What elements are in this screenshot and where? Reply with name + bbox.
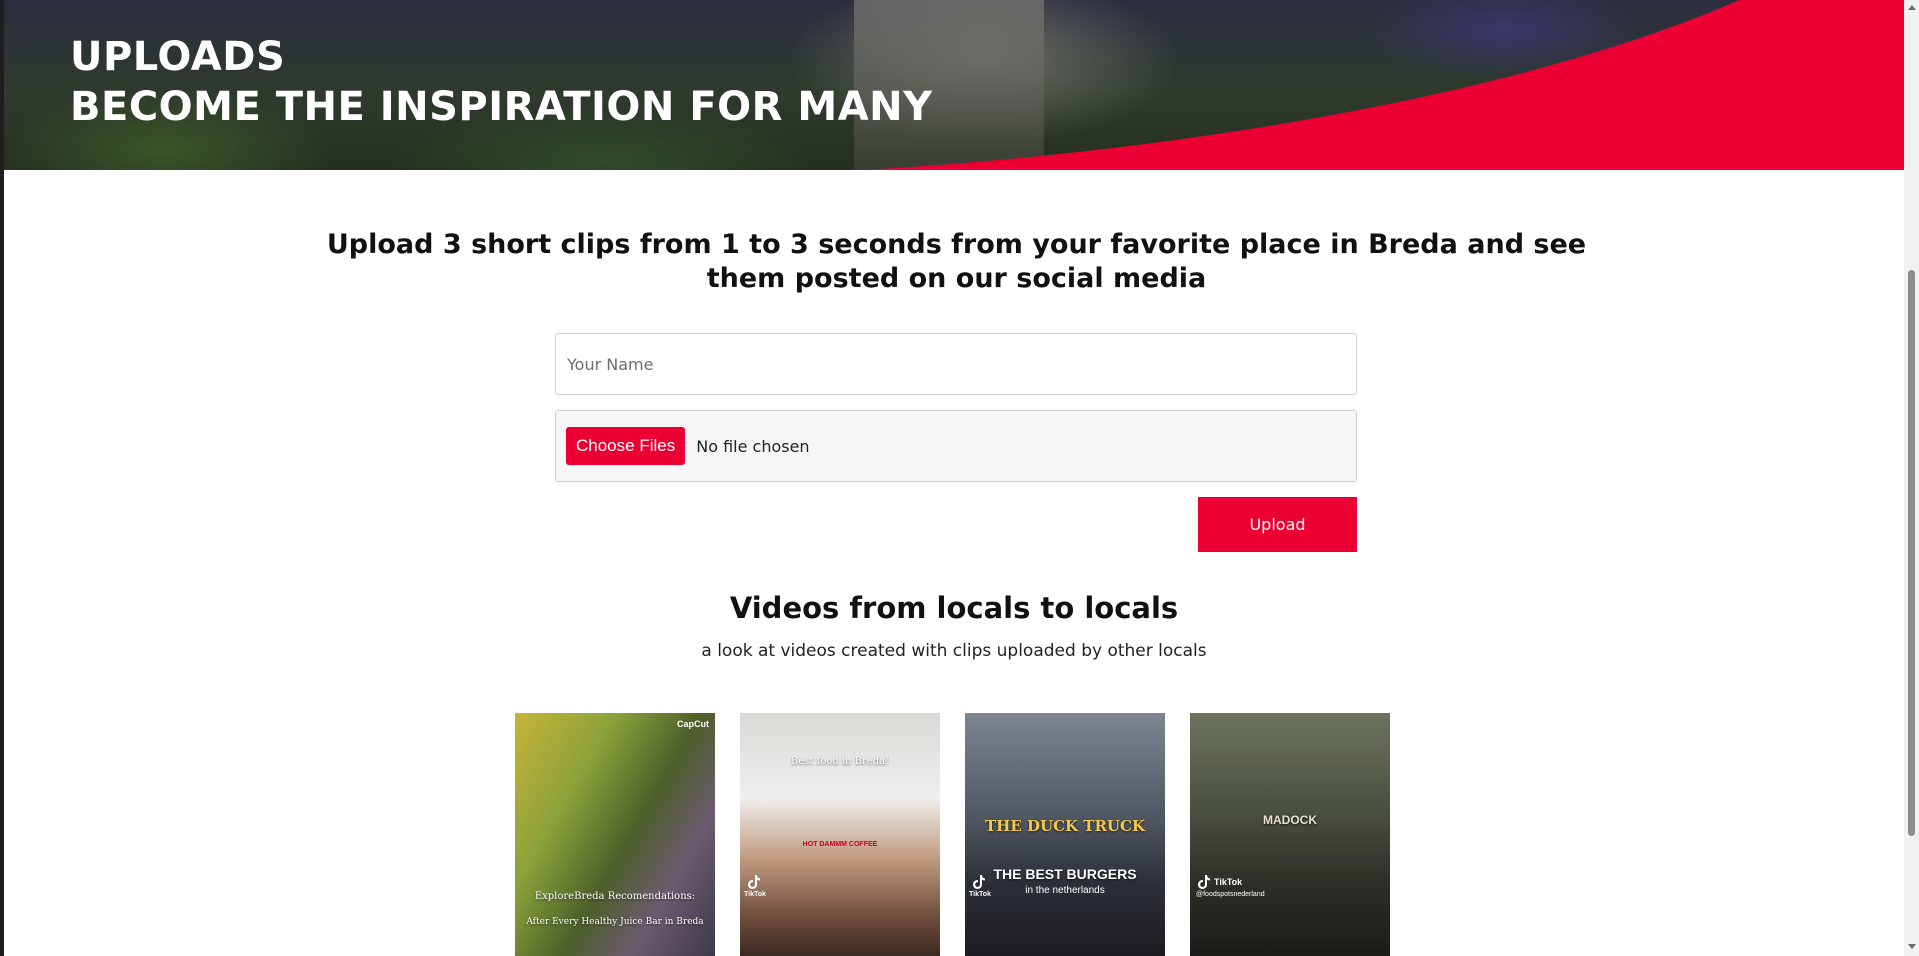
tiktok-icon — [973, 875, 985, 889]
tiktok-badge: TikTok — [744, 891, 766, 898]
scroll-down-arrow-icon[interactable] — [1908, 944, 1916, 949]
scroll-up-arrow-icon[interactable] — [1908, 5, 1916, 10]
thumbnail-cup-label: HOT DAMMM COFFEE — [802, 841, 878, 848]
videos-subheading: a look at videos created with clips uplo… — [701, 641, 1207, 661]
video-thumbnail-3[interactable]: THE DUCK TRUCK THE BEST BURGERS in the n… — [965, 713, 1165, 956]
your-name-input[interactable] — [555, 333, 1357, 395]
page: UPLOADS BECOME THE INSPIRATION FOR MANY … — [0, 0, 1919, 956]
thumbnail-caption: Best food in Breda! — [790, 756, 890, 767]
video-thumbnail-4[interactable]: MADOCK TikTok @foodspotsnederland — [1190, 713, 1390, 956]
video-thumbnail-2[interactable]: Best food in Breda! HOT DAMMM COFFEE Tik… — [740, 713, 940, 956]
tiktok-badge: TikTok — [969, 891, 991, 898]
upload-row: Upload — [555, 497, 1357, 552]
thumbnail-caption: ExploreBreda Recomendations: — [534, 891, 696, 902]
upload-button[interactable]: Upload — [1198, 497, 1357, 552]
hero-title-line-1: UPLOADS — [70, 34, 286, 80]
hero-title-line-2: BECOME THE INSPIRATION FOR MANY — [70, 84, 933, 130]
upload-instructions-heading: Upload 3 short clips from 1 to 3 seconds… — [326, 229, 1587, 294]
storefront-sign: THE DUCK TRUCK — [985, 817, 1145, 835]
capcut-badge: CapCut — [677, 719, 709, 729]
file-picker[interactable]: Choose Files No file chosen — [555, 410, 1357, 482]
file-status-text: No file chosen — [696, 436, 810, 456]
video-thumbnail-1[interactable]: CapCut ExploreBreda Recomendations: Afte… — [515, 713, 715, 956]
thumbnail-title: THE BEST BURGERS — [993, 866, 1137, 882]
tiktok-handle: @foodspotsnederland — [1196, 891, 1265, 898]
scrollbar-thumb[interactable] — [1908, 270, 1915, 836]
thumbnail-caption: After Every Healthy Juice Bar in Breda — [526, 917, 704, 927]
storefront-sign: MADOCK — [1263, 813, 1317, 827]
hero-title: UPLOADS BECOME THE INSPIRATION FOR MANY — [70, 32, 933, 132]
hero-banner: UPLOADS BECOME THE INSPIRATION FOR MANY — [4, 0, 1904, 170]
page-scrollbar[interactable] — [1904, 0, 1919, 956]
tiktok-icon — [748, 875, 760, 889]
tiktok-icon — [1198, 875, 1210, 889]
video-grid: CapCut ExploreBreda Recomendations: Afte… — [515, 713, 1390, 956]
upload-form: Choose Files No file chosen Upload — [555, 333, 1357, 552]
videos-heading: Videos from locals to locals — [729, 591, 1179, 625]
tiktok-badge: TikTok — [1214, 877, 1243, 887]
thumbnail-subtitle: in the netherlands — [1025, 885, 1105, 896]
choose-files-button[interactable]: Choose Files — [566, 427, 686, 465]
